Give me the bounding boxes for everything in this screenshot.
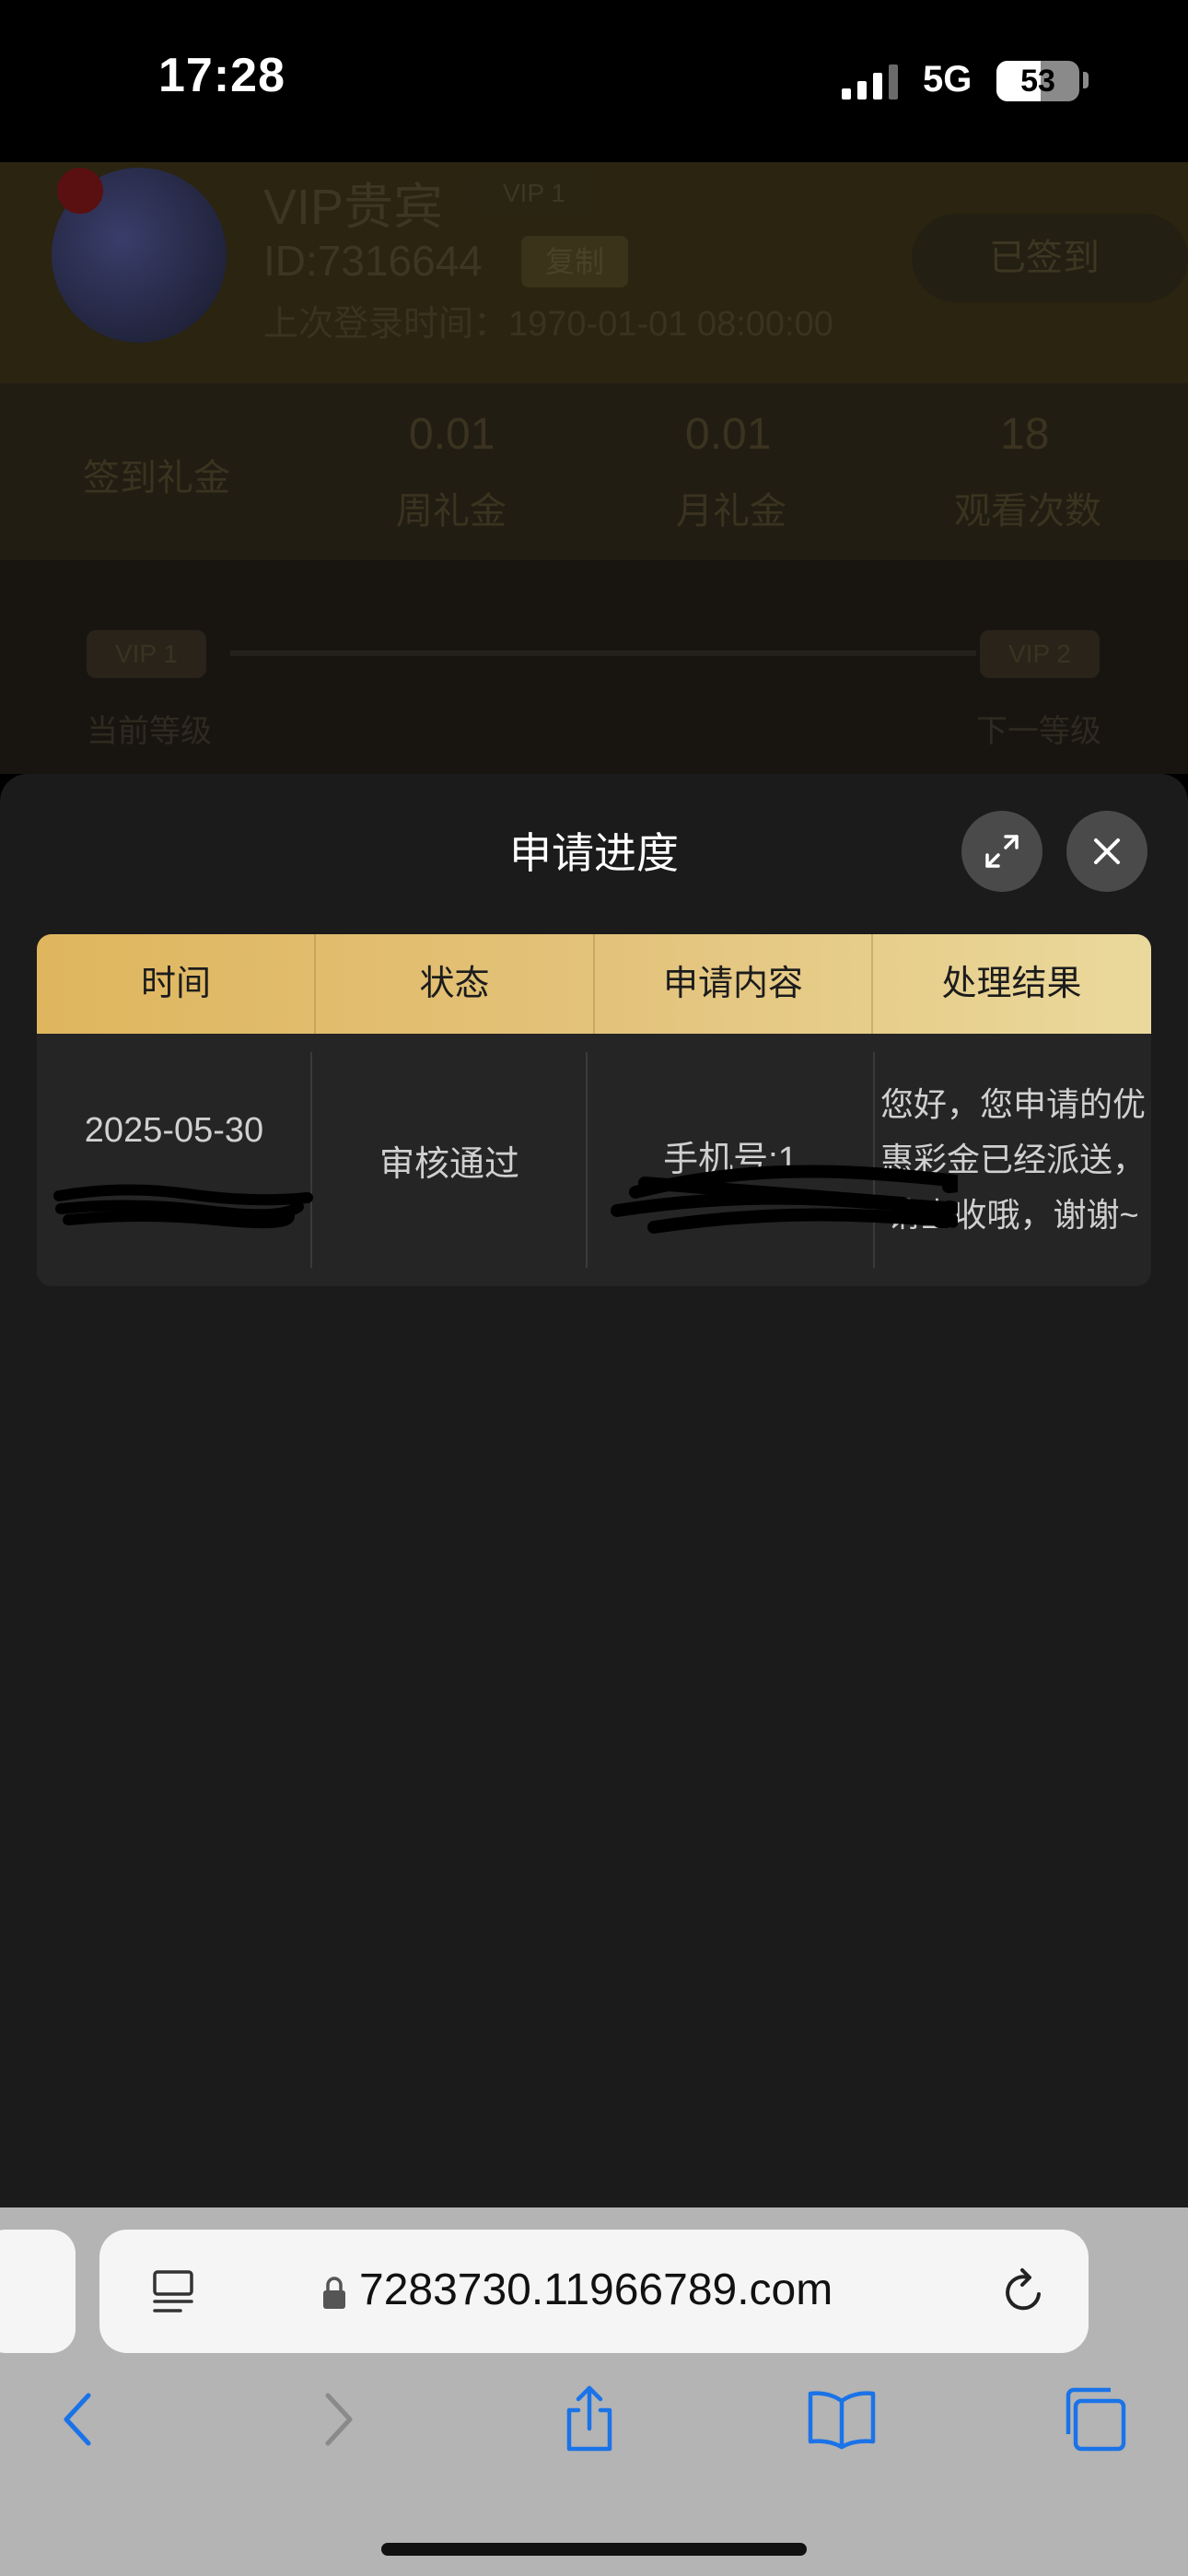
cell-status: 审核通过 [379, 1144, 519, 1184]
close-icon [1094, 838, 1120, 864]
battery-tip [1083, 72, 1089, 88]
current-level-badge: VIP 1 [87, 630, 206, 678]
vip-title: VIP贵宾 [263, 180, 444, 235]
next-level-badge: VIP 2 [980, 630, 1100, 678]
page-menu-icon[interactable] [147, 2266, 199, 2318]
profile-header: VIP贵宾 VIP 1 ID:7316644 复制 上次登录时间：1970-01… [0, 162, 1188, 383]
current-level-label: 当前等级 [87, 714, 212, 749]
forward-icon[interactable] [300, 2383, 374, 2456]
stat-value: 0.01 [685, 410, 772, 459]
expand-button[interactable] [961, 811, 1042, 892]
time-value: 2025-05-30 [84, 1111, 264, 1150]
column-header-content: 申请内容 [662, 965, 803, 1003]
cell-time: 2025-05-30 [37, 1034, 311, 1286]
back-icon[interactable] [42, 2383, 116, 2456]
lock-icon [323, 2277, 345, 2309]
cellular-signal-icon [842, 64, 898, 100]
stat-label: 月礼金 [676, 491, 786, 532]
status-time: 17:28 [158, 49, 285, 102]
signin-bonus-label: 签到礼金 [83, 458, 230, 498]
column-header-status: 状态 [419, 965, 490, 1003]
network-type: 5G [923, 59, 973, 100]
tabs-icon[interactable] [1057, 2383, 1131, 2456]
column-header-result: 处理结果 [941, 965, 1082, 1003]
address-bar[interactable]: 7283730.11966789.com [99, 2230, 1089, 2353]
table-header: 时间 状态 申请内容 处理结果 [37, 934, 1151, 1034]
battery-level: 53 [1020, 64, 1055, 99]
column-header-time: 时间 [140, 965, 211, 1003]
signed-in-button[interactable]: 已签到 [912, 214, 1188, 302]
browser-toolbar: 7283730.11966789.com [0, 2207, 1188, 2576]
stat-label: 观看次数 [954, 491, 1101, 532]
vip-level-badge: VIP 1 [479, 173, 589, 214]
url-text[interactable]: 7283730.11966789.com [359, 2265, 833, 2315]
redaction-scribble [611, 1165, 958, 1234]
redaction-scribble [53, 1184, 313, 1229]
close-button[interactable] [1066, 811, 1147, 892]
share-icon[interactable] [553, 2383, 626, 2456]
copy-id-button[interactable]: 复制 [521, 236, 628, 287]
expand-icon [985, 835, 1019, 868]
user-id: ID:7316644 [263, 237, 483, 285]
bookmarks-icon[interactable] [805, 2383, 879, 2456]
progress-table: 时间 状态 申请内容 处理结果 2025-05-30 审核通过 手机号:1 您好… [37, 934, 1151, 1286]
stat-label: 周礼金 [396, 491, 507, 532]
stats-panel: 签到礼金 0.01 周礼金 0.01 月礼金 18 观看次数 [0, 383, 1188, 560]
level-progress-bar [230, 650, 976, 656]
home-indicator [381, 2543, 807, 2556]
avatar [52, 168, 227, 343]
application-progress-sheet: 申请进度 时间 状态 申请内容 处理结果 2025-05-30 审核通过 手机号… [0, 774, 1188, 2207]
last-login-time: 上次登录时间：1970-01-01 08:00:00 [263, 305, 833, 344]
stat-value: 18 [1000, 410, 1050, 459]
background-page: VIP贵宾 VIP 1 ID:7316644 复制 上次登录时间：1970-01… [0, 162, 1188, 774]
status-bar: 17:28 5G 53 [0, 0, 1188, 162]
previous-tab-preview[interactable] [0, 2230, 76, 2353]
next-level-label: 下一等级 [976, 714, 1101, 749]
battery-icon: 53 [996, 61, 1079, 101]
stat-value: 0.01 [409, 410, 495, 459]
reload-icon[interactable] [998, 2266, 1050, 2318]
